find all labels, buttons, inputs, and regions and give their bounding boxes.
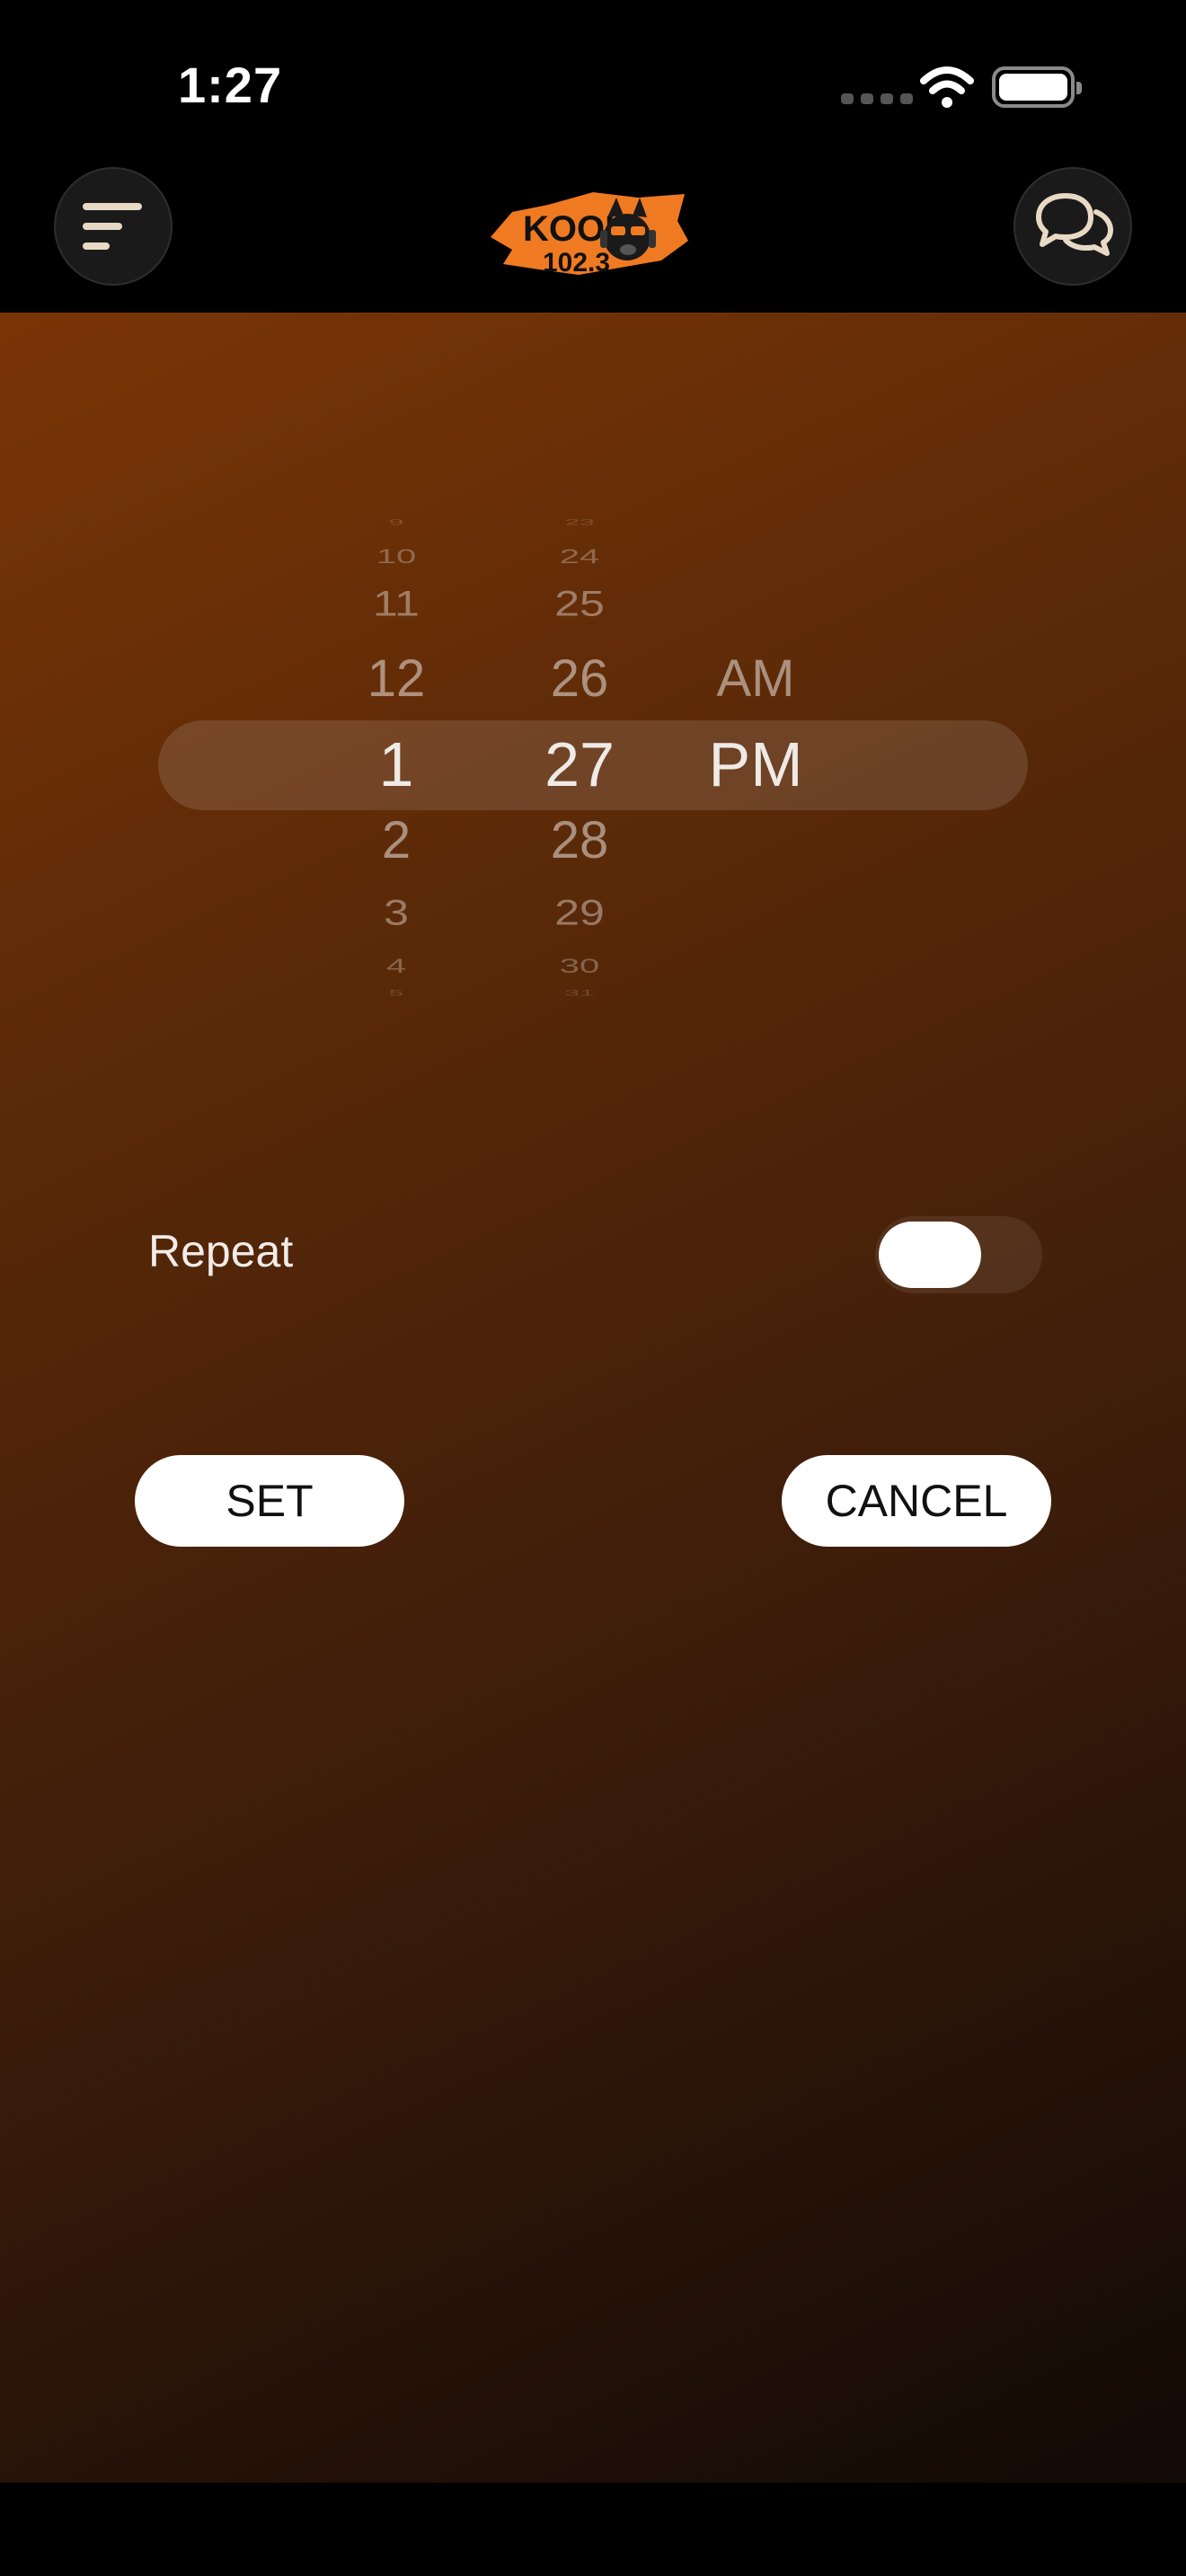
time-picker[interactable]: 9 10 11 12 1 2 3 4 5 23 24 25 26 27 28 2… xyxy=(158,518,1028,1006)
hour-wheel[interactable]: 9 10 11 12 1 2 3 4 5 xyxy=(329,518,464,1006)
toggle-knob xyxy=(879,1222,981,1288)
status-bar: 1:27 xyxy=(0,0,1186,171)
set-button[interactable]: SET xyxy=(135,1455,404,1547)
hour-option[interactable]: 2 xyxy=(329,811,464,870)
logo-text-bottom: 102.3 xyxy=(543,248,610,278)
wifi-icon xyxy=(920,66,974,108)
ampm-wheel[interactable]: AM PM xyxy=(670,521,841,1006)
ampm-selected[interactable]: PM xyxy=(670,728,841,800)
repeat-label: Repeat xyxy=(148,1226,294,1276)
cancel-button[interactable]: CANCEL xyxy=(782,1455,1051,1547)
minute-selected[interactable]: 27 xyxy=(512,728,647,800)
hour-option[interactable]: 4 xyxy=(329,956,464,977)
status-time: 1:27 xyxy=(178,57,283,113)
chat-bubbles-icon xyxy=(1036,193,1113,256)
minute-option[interactable]: 26 xyxy=(512,649,647,709)
minute-option[interactable]: 31 xyxy=(512,989,647,998)
station-logo: KOOL 102.3 xyxy=(491,192,688,278)
minute-option[interactable]: 25 xyxy=(512,584,647,624)
menu-icon xyxy=(83,203,142,250)
battery-icon xyxy=(992,66,1082,108)
hour-selected[interactable]: 1 xyxy=(329,728,464,800)
hour-option[interactable]: 10 xyxy=(329,546,464,568)
minute-option[interactable]: 29 xyxy=(512,893,647,933)
hour-option[interactable]: 3 xyxy=(329,893,464,933)
home-indicator-area xyxy=(0,2483,1186,2576)
minute-option[interactable]: 28 xyxy=(512,811,647,870)
chat-button[interactable] xyxy=(1013,167,1132,286)
hour-option[interactable]: 5 xyxy=(329,989,464,998)
ampm-option[interactable]: AM xyxy=(670,649,841,709)
minute-wheel[interactable]: 23 24 25 26 27 28 29 30 31 xyxy=(512,518,647,1006)
signal-icon xyxy=(841,93,913,104)
hour-option[interactable]: 9 xyxy=(329,518,464,527)
minute-option[interactable]: 30 xyxy=(512,956,647,977)
hour-option[interactable]: 12 xyxy=(329,649,464,709)
repeat-toggle[interactable] xyxy=(875,1216,1042,1293)
hour-option[interactable]: 11 xyxy=(329,584,464,624)
minute-option[interactable]: 24 xyxy=(512,546,647,568)
minute-option[interactable]: 23 xyxy=(512,518,647,527)
menu-button[interactable] xyxy=(54,167,173,286)
